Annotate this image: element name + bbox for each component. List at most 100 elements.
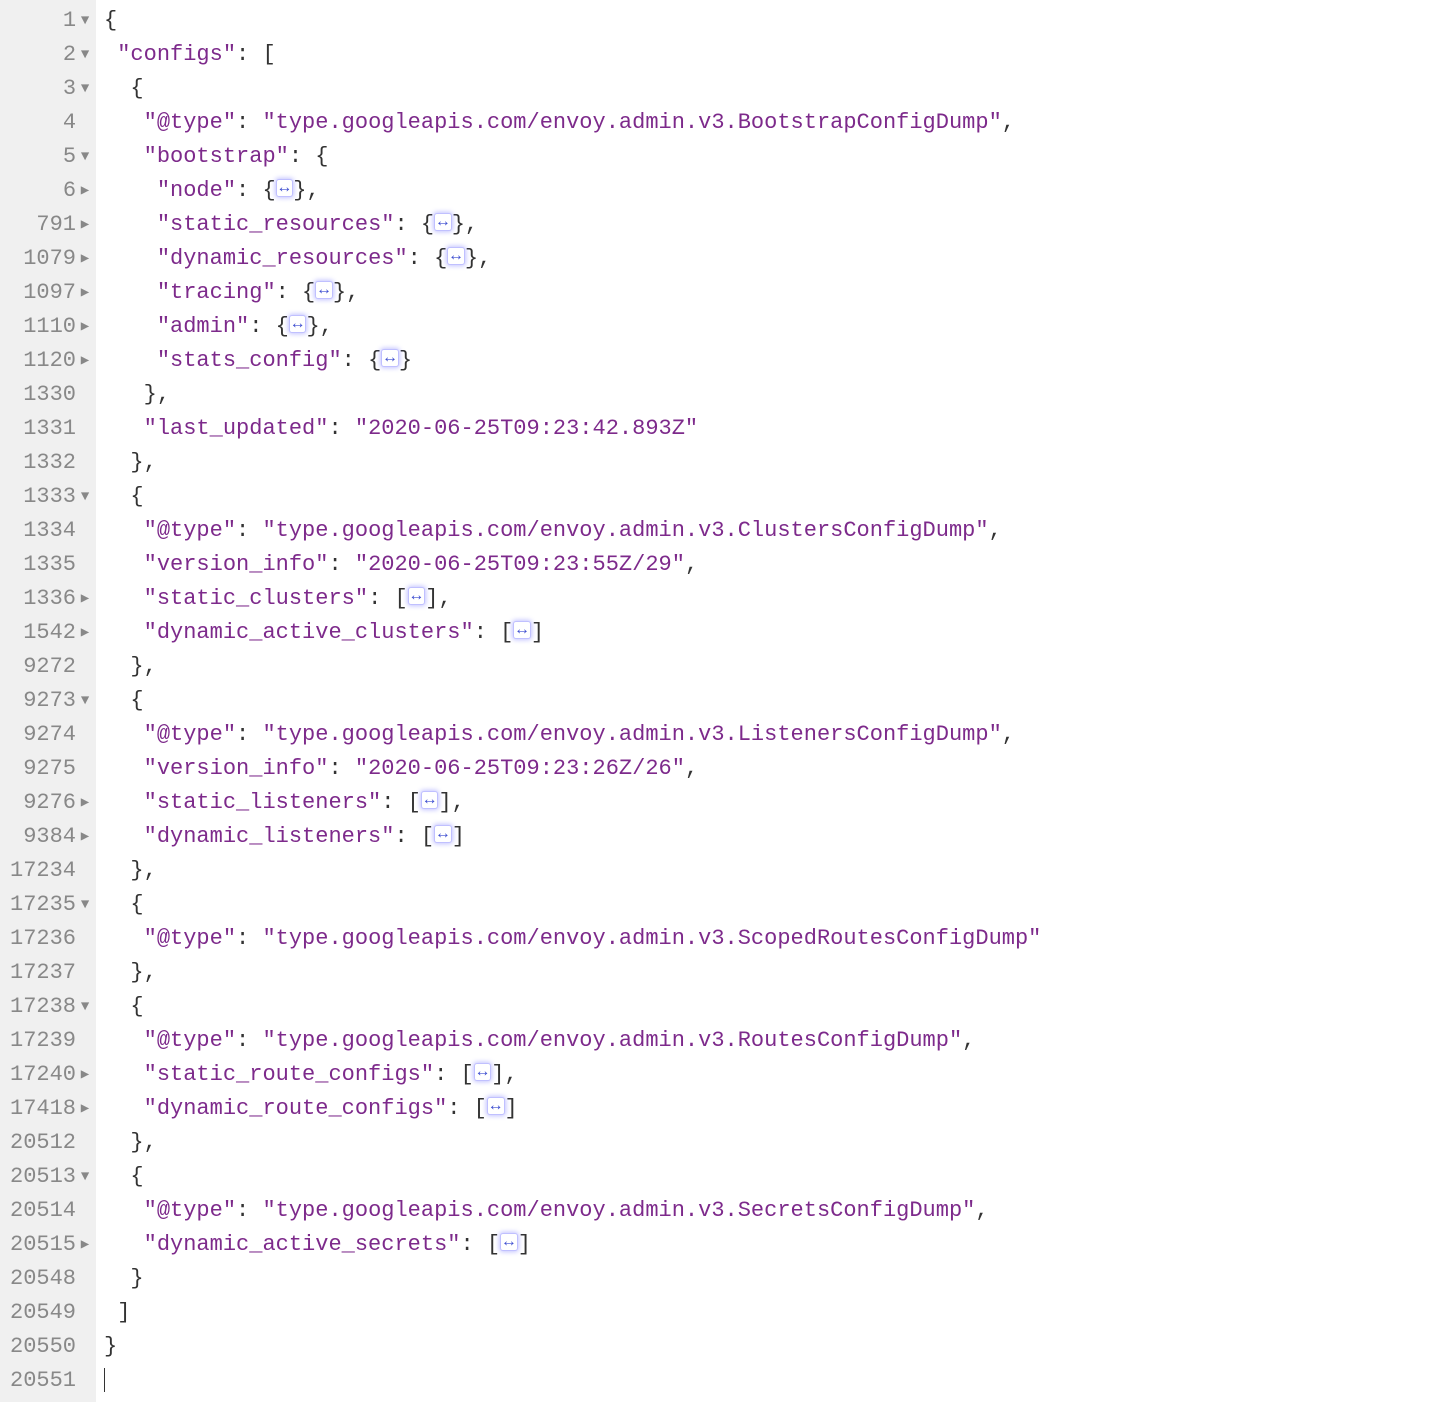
fold-widget-icon[interactable]: ↔: [381, 349, 399, 367]
fold-expanded-icon[interactable]: ▼: [78, 480, 92, 514]
code-line[interactable]: {: [104, 4, 1446, 38]
code-line[interactable]: "dynamic_listeners": [↔]: [104, 820, 1446, 854]
fold-collapsed-icon[interactable]: ▶: [78, 1058, 92, 1092]
code-line[interactable]: "configs": [: [104, 38, 1446, 72]
code-line[interactable]: "version_info": "2020-06-25T09:23:26Z/26…: [104, 752, 1446, 786]
code-line[interactable]: "dynamic_resources": {↔},: [104, 242, 1446, 276]
fold-collapsed-icon[interactable]: ▶: [78, 1228, 92, 1262]
json-punct: : [: [394, 824, 434, 849]
code-line[interactable]: {: [104, 1160, 1446, 1194]
code-line[interactable]: "tracing": {↔},: [104, 276, 1446, 310]
fold-collapsed-icon[interactable]: ▶: [78, 786, 92, 820]
json-punct: :: [236, 110, 262, 135]
fold-collapsed-icon[interactable]: ▶: [78, 344, 92, 378]
gutter-line: 9274: [10, 718, 92, 752]
code-line[interactable]: "last_updated": "2020-06-25T09:23:42.893…: [104, 412, 1446, 446]
code-line[interactable]: "static_clusters": [↔],: [104, 582, 1446, 616]
json-key: "dynamic_active_secrets": [144, 1232, 461, 1257]
code-line[interactable]: },: [104, 378, 1446, 412]
code-line[interactable]: }: [104, 1262, 1446, 1296]
code-line[interactable]: },: [104, 956, 1446, 990]
code-line[interactable]: "bootstrap": {: [104, 140, 1446, 174]
code-line[interactable]: "dynamic_route_configs": [↔]: [104, 1092, 1446, 1126]
fold-collapsed-icon[interactable]: ▶: [78, 616, 92, 650]
fold-collapsed-icon[interactable]: ▶: [78, 1092, 92, 1126]
code-line[interactable]: {: [104, 480, 1446, 514]
fold-widget-icon[interactable]: ↔: [276, 179, 294, 197]
fold-collapsed-icon[interactable]: ▶: [78, 242, 92, 276]
fold-expanded-icon[interactable]: ▼: [78, 72, 92, 106]
fold-collapsed-icon[interactable]: ▶: [78, 208, 92, 242]
fold-expanded-icon[interactable]: ▼: [78, 684, 92, 718]
fold-widget-icon[interactable]: ↔: [421, 791, 439, 809]
code-line[interactable]: }: [104, 1330, 1446, 1364]
line-number: 6: [63, 174, 76, 208]
code-line[interactable]: "dynamic_active_secrets": [↔]: [104, 1228, 1446, 1262]
code-line[interactable]: "@type": "type.googleapis.com/envoy.admi…: [104, 1194, 1446, 1228]
fold-expanded-icon[interactable]: ▼: [78, 38, 92, 72]
code-line[interactable]: "node": {↔},: [104, 174, 1446, 208]
code-line[interactable]: {: [104, 684, 1446, 718]
code-line[interactable]: "@type": "type.googleapis.com/envoy.admi…: [104, 922, 1446, 956]
json-punct: {: [104, 8, 117, 33]
code-line[interactable]: },: [104, 650, 1446, 684]
code-line[interactable]: "static_listeners": [↔],: [104, 786, 1446, 820]
json-punct: : [: [474, 620, 514, 645]
code-line[interactable]: [104, 1364, 1446, 1398]
json-punct: },: [293, 178, 319, 203]
code-line[interactable]: "@type": "type.googleapis.com/envoy.admi…: [104, 718, 1446, 752]
code-line[interactable]: {: [104, 888, 1446, 922]
fold-widget-icon[interactable]: ↔: [434, 825, 452, 843]
code-line[interactable]: {: [104, 72, 1446, 106]
json-key: "@type": [144, 1028, 236, 1053]
json-punct: ,: [1002, 110, 1015, 135]
fold-widget-icon[interactable]: ↔: [408, 587, 426, 605]
code-line[interactable]: "static_route_configs": [↔],: [104, 1058, 1446, 1092]
fold-widget-icon[interactable]: ↔: [289, 315, 307, 333]
json-key: "static_resources": [157, 212, 395, 237]
code-line[interactable]: "dynamic_active_clusters": [↔]: [104, 616, 1446, 650]
fold-widget-icon[interactable]: ↔: [487, 1097, 505, 1115]
code-line[interactable]: },: [104, 1126, 1446, 1160]
json-key: "dynamic_route_configs": [144, 1096, 448, 1121]
fold-collapsed-icon[interactable]: ▶: [78, 820, 92, 854]
gutter-line: 20549: [10, 1296, 92, 1330]
fold-widget-icon[interactable]: ↔: [434, 213, 452, 231]
fold-widget-icon[interactable]: ↔: [474, 1063, 492, 1081]
fold-widget-icon[interactable]: ↔: [447, 247, 465, 265]
fold-collapsed-icon[interactable]: ▶: [78, 582, 92, 616]
fold-widget-icon[interactable]: ↔: [513, 621, 531, 639]
json-punct: : {: [342, 348, 382, 373]
code-line[interactable]: "@type": "type.googleapis.com/envoy.admi…: [104, 1024, 1446, 1058]
code-line[interactable]: },: [104, 854, 1446, 888]
fold-expanded-icon[interactable]: ▼: [78, 1160, 92, 1194]
code-line[interactable]: ]: [104, 1296, 1446, 1330]
code-line[interactable]: {: [104, 990, 1446, 1024]
fold-collapsed-icon[interactable]: ▶: [78, 276, 92, 310]
json-punct: :: [236, 518, 262, 543]
fold-widget-icon[interactable]: ↔: [315, 281, 333, 299]
json-punct: ]: [452, 824, 465, 849]
line-number: 9275: [23, 752, 76, 786]
fold-widget-icon[interactable]: ↔: [500, 1233, 518, 1251]
code-line[interactable]: },: [104, 446, 1446, 480]
json-punct: : [: [434, 1062, 474, 1087]
fold-expanded-icon[interactable]: ▼: [78, 990, 92, 1024]
fold-collapsed-icon[interactable]: ▶: [78, 174, 92, 208]
code-line[interactable]: "stats_config": {↔}: [104, 344, 1446, 378]
fold-collapsed-icon[interactable]: ▶: [78, 310, 92, 344]
fold-expanded-icon[interactable]: ▼: [78, 4, 92, 38]
line-number: 17235: [10, 888, 76, 922]
line-number: 1120: [23, 344, 76, 378]
code-line[interactable]: "@type": "type.googleapis.com/envoy.admi…: [104, 106, 1446, 140]
code-editor-area[interactable]: { "configs": [ { "@type": "type.googleap…: [96, 0, 1446, 1402]
fold-expanded-icon[interactable]: ▼: [78, 888, 92, 922]
code-line[interactable]: "static_resources": {↔},: [104, 208, 1446, 242]
code-line[interactable]: "@type": "type.googleapis.com/envoy.admi…: [104, 514, 1446, 548]
fold-expanded-icon[interactable]: ▼: [78, 140, 92, 174]
code-line[interactable]: "version_info": "2020-06-25T09:23:55Z/29…: [104, 548, 1446, 582]
json-punct: : [: [447, 1096, 487, 1121]
code-line[interactable]: "admin": {↔},: [104, 310, 1446, 344]
line-number: 1: [63, 4, 76, 38]
json-punct: {: [130, 994, 143, 1019]
